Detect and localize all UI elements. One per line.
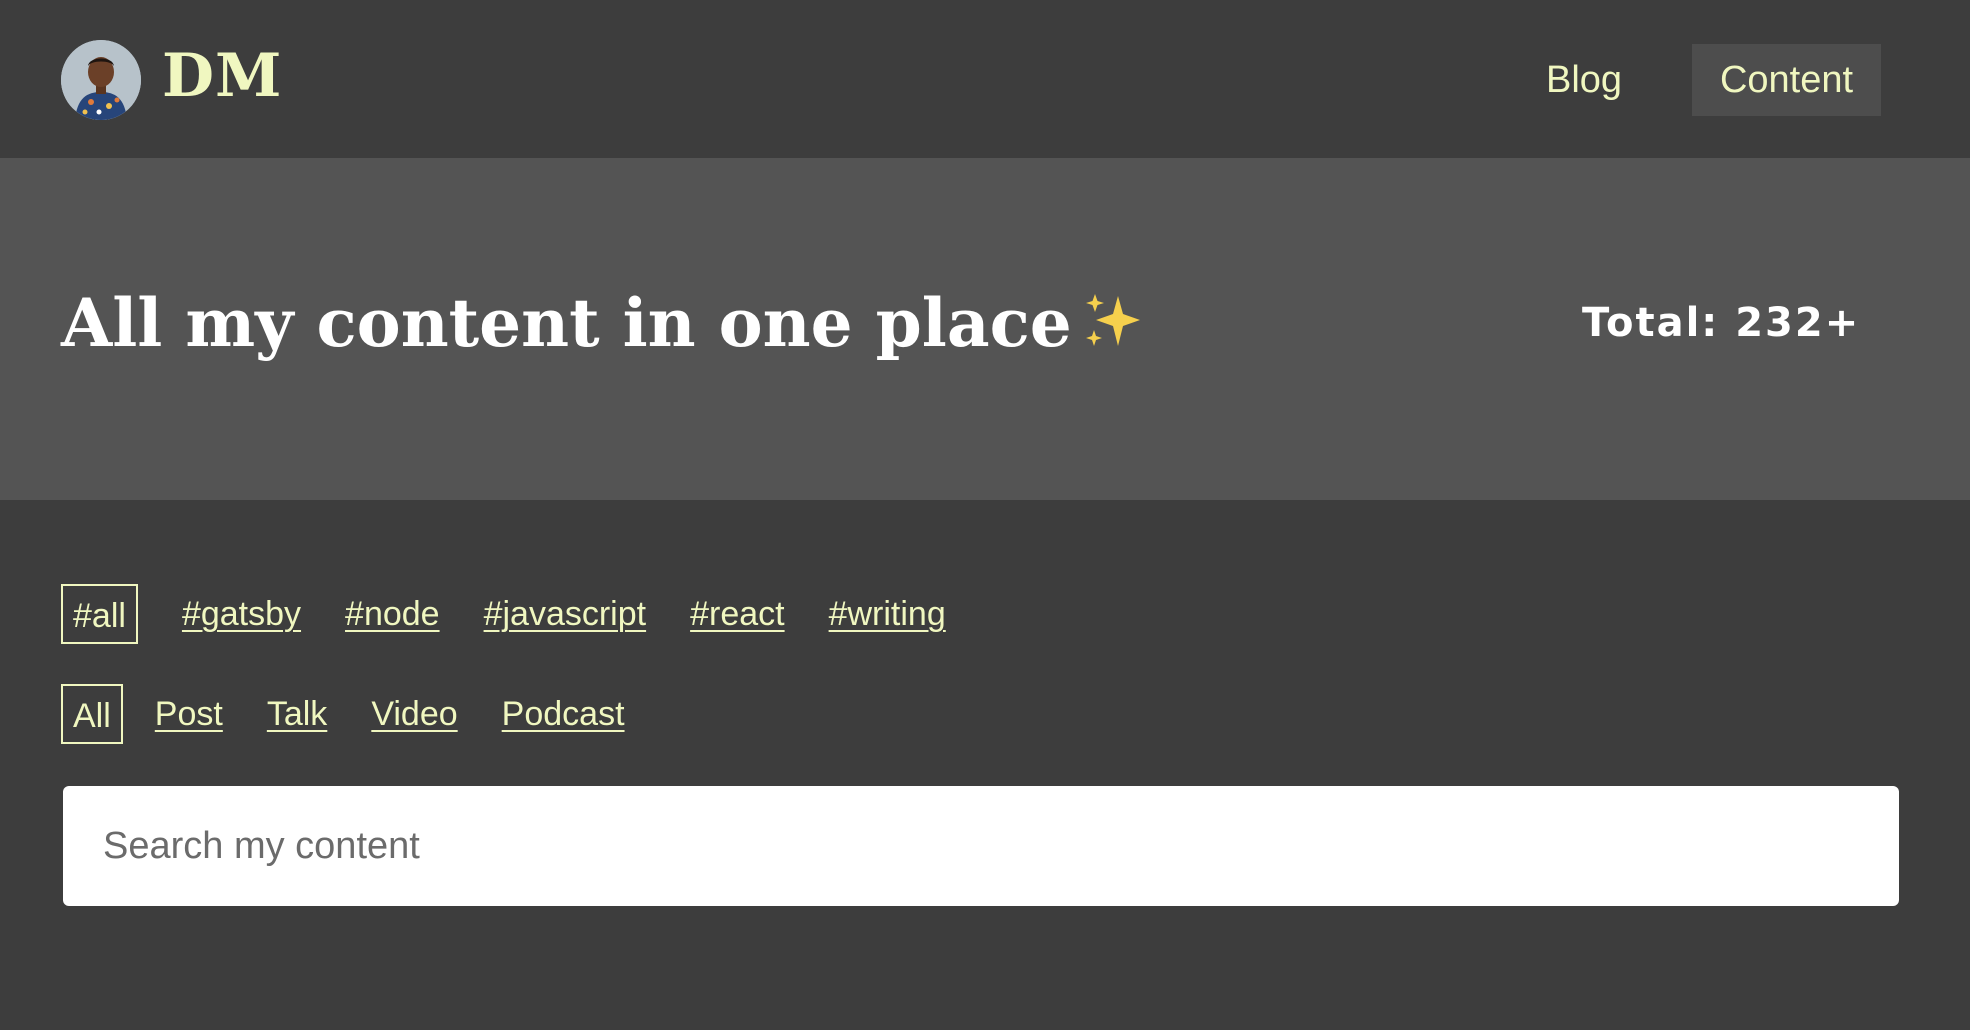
type-filter-all[interactable]: All <box>61 684 123 744</box>
type-filter-talk[interactable]: Talk <box>267 684 327 744</box>
content-total-count: Total: 232+ <box>1582 300 1861 346</box>
type-filter-post[interactable]: Post <box>155 684 223 744</box>
tag-filter-list: #all #gatsby #node #javascript #react #w… <box>61 584 990 644</box>
site-header: DM Blog Content <box>0 0 1970 158</box>
page-title: All my content in one place <box>61 278 1144 368</box>
brand-logo[interactable]: DM <box>162 36 282 116</box>
search-input[interactable] <box>63 786 1899 906</box>
sparkles-icon <box>1082 284 1144 346</box>
hero-banner: All my content in one place Total: 232+ <box>0 158 1970 500</box>
avatar[interactable] <box>61 40 141 120</box>
tag-filter-writing[interactable]: #writing <box>829 584 946 644</box>
type-filter-video[interactable]: Video <box>371 684 457 744</box>
page-title-text: All my content in one place <box>61 284 1072 362</box>
type-filter-podcast[interactable]: Podcast <box>502 684 625 744</box>
tag-filter-node[interactable]: #node <box>345 584 440 644</box>
tag-filter-javascript[interactable]: #javascript <box>484 584 647 644</box>
nav-link-blog[interactable]: Blog <box>1546 44 1622 116</box>
tag-filter-react[interactable]: #react <box>690 584 785 644</box>
tag-filter-all[interactable]: #all <box>61 584 138 644</box>
tag-filter-gatsby[interactable]: #gatsby <box>182 584 301 644</box>
type-filter-list: All Post Talk Video Podcast <box>61 684 669 744</box>
nav-link-content[interactable]: Content <box>1692 44 1881 116</box>
avatar-image <box>61 40 141 120</box>
